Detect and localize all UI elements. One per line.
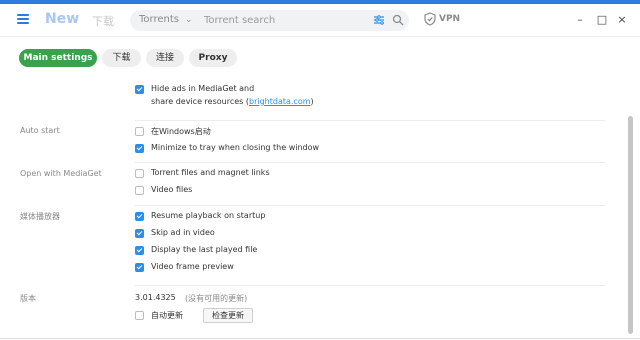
filter-icon[interactable] xyxy=(373,14,385,26)
check-updates-button[interactable]: 检查更新 xyxy=(203,308,253,323)
setting-label: 自动更新 xyxy=(151,311,183,320)
brightdata-link[interactable]: brightdata.com xyxy=(249,97,311,106)
setting-hide-ads-label: Hide ads in MediaGet and xyxy=(151,84,255,93)
shield-icon xyxy=(424,12,436,26)
share-resources-prefix: share device resources ( xyxy=(151,97,249,106)
setting-label: Video files xyxy=(151,185,193,194)
setting-label: Torrent files and magnet links xyxy=(151,168,270,177)
search-icon[interactable] xyxy=(392,14,404,26)
vpn-label: VPN xyxy=(439,14,461,24)
checkbox[interactable] xyxy=(135,85,144,94)
chevron-down-icon[interactable]: ⌄ xyxy=(185,15,193,25)
tab-downloads[interactable]: 下载 xyxy=(102,49,141,67)
divider xyxy=(135,120,605,121)
divider xyxy=(135,285,605,286)
tab-connection[interactable]: 连接 xyxy=(146,49,184,67)
minimize-button[interactable]: – xyxy=(572,12,588,28)
search-bar: Torrents ⌄ xyxy=(130,10,409,31)
setting-label: Minimize to tray when closing the window xyxy=(151,143,320,152)
window-bottom-border xyxy=(0,338,640,339)
hamburger-menu-icon[interactable] xyxy=(17,14,29,24)
setting-label: Skip ad in video xyxy=(151,228,215,237)
divider xyxy=(135,162,605,163)
checkbox[interactable] xyxy=(135,263,144,272)
version-status: (没有可用的更新) xyxy=(185,294,248,303)
section-media-player-label: 媒体播放器 xyxy=(20,212,60,221)
section-version-label: 版本 xyxy=(20,294,36,303)
checkbox[interactable] xyxy=(135,311,144,320)
tab-main-settings[interactable]: Main settings xyxy=(19,49,97,67)
tab-proxy[interactable]: Proxy xyxy=(189,49,237,67)
setting-label: Video frame preview xyxy=(151,262,234,271)
checkbox[interactable] xyxy=(135,144,144,153)
setting-label: Display the last played file xyxy=(151,245,258,254)
section-open-with-label: Open with MediaGet xyxy=(20,169,102,178)
app-window: New 下载 Torrents ⌄ VPN – □ xyxy=(0,4,640,340)
checkbox[interactable] xyxy=(135,127,144,136)
search-input[interactable] xyxy=(204,12,390,29)
checkbox[interactable] xyxy=(135,212,144,221)
header: New 下载 Torrents ⌄ VPN – □ xyxy=(0,4,640,36)
section-auto-start-label: Auto start xyxy=(20,126,60,135)
header-divider xyxy=(0,36,640,37)
nav-downloads[interactable]: 下载 xyxy=(92,13,114,29)
share-resources-suffix: ) xyxy=(310,97,314,106)
maximize-button[interactable]: □ xyxy=(594,12,610,28)
search-category-select[interactable]: Torrents xyxy=(139,14,179,25)
share-resources-text: share device resources (brightdata.com) xyxy=(151,97,314,106)
divider xyxy=(135,205,605,206)
scrollbar-thumb[interactable] xyxy=(628,116,633,334)
nav-new[interactable]: New xyxy=(45,11,79,27)
version-number: 3.01.4325 xyxy=(135,293,176,302)
checkbox[interactable] xyxy=(135,229,144,238)
close-button[interactable]: × xyxy=(614,12,630,28)
checkbox[interactable] xyxy=(135,169,144,178)
setting-label: 在Windows启动 xyxy=(151,127,211,136)
checkbox[interactable] xyxy=(135,246,144,255)
checkbox[interactable] xyxy=(135,186,144,195)
setting-label: Resume playback on startup xyxy=(151,211,266,220)
